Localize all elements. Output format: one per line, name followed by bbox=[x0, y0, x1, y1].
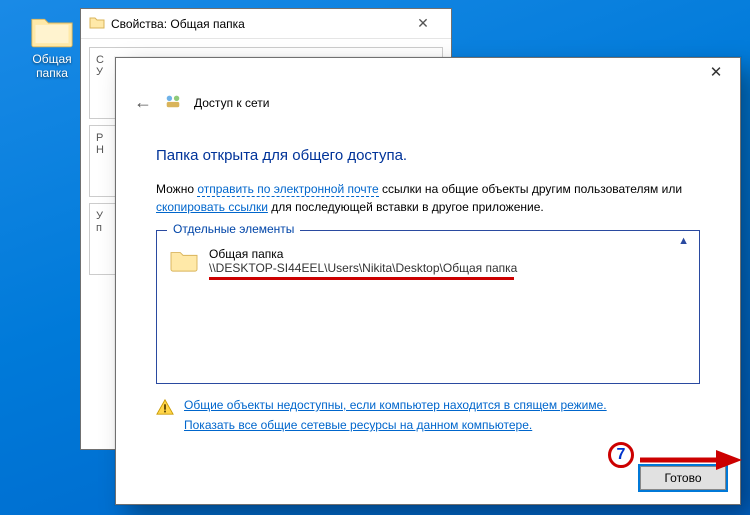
share-icon bbox=[164, 92, 182, 113]
group-legend: Отдельные элементы bbox=[167, 222, 300, 236]
network-access-wizard: ✕ ← Доступ к сети Папка открыта для обще… bbox=[115, 57, 741, 505]
wizard-title: Доступ к сети bbox=[194, 96, 269, 110]
shared-item-path: \\DESKTOP-SI44EEL\Users\Nikita\Desktop\О… bbox=[209, 261, 517, 275]
show-all-shares-link[interactable]: Показать все общие сетевые ресурсы на да… bbox=[184, 418, 607, 432]
sleep-warning-link[interactable]: Общие объекты недоступны, если компьютер… bbox=[184, 398, 607, 412]
wizard-header: ← Доступ к сети bbox=[116, 88, 740, 123]
back-arrow-icon[interactable]: ← bbox=[134, 92, 152, 113]
body-text: Можно отправить по электронной почте ссы… bbox=[156, 180, 700, 216]
headline: Папка открыта для общего доступа. bbox=[156, 147, 700, 164]
annotation-underline bbox=[209, 277, 514, 280]
email-link[interactable]: отправить по электронной почте bbox=[197, 182, 378, 197]
folder-icon bbox=[30, 12, 74, 48]
collapse-icon[interactable]: ▲ bbox=[678, 235, 689, 247]
close-icon[interactable]: ✕ bbox=[403, 15, 443, 32]
desktop-folder[interactable]: Общая папка bbox=[22, 12, 82, 80]
items-groupbox: Отдельные элементы ▲ Общая папка \\DESKT… bbox=[156, 230, 700, 384]
warning-icon bbox=[156, 398, 174, 419]
folder-icon bbox=[169, 247, 199, 276]
copy-link[interactable]: скопировать ссылки bbox=[156, 200, 268, 214]
properties-title: Свойства: Общая папка bbox=[111, 17, 397, 31]
close-button[interactable]: ✕ bbox=[694, 59, 738, 87]
annotation-arrow bbox=[638, 447, 742, 473]
shared-item[interactable]: Общая папка \\DESKTOP-SI44EEL\Users\Niki… bbox=[169, 247, 687, 280]
properties-titlebar: Свойства: Общая папка ✕ bbox=[81, 9, 451, 39]
shared-item-name: Общая папка bbox=[209, 247, 517, 261]
desktop-folder-label: Общая папка bbox=[22, 52, 82, 80]
wizard-footer: 7 Готово bbox=[116, 460, 740, 504]
wizard-titlebar: ✕ bbox=[116, 58, 740, 88]
folder-icon bbox=[89, 15, 105, 32]
annotation-step-number: 7 bbox=[608, 442, 634, 468]
